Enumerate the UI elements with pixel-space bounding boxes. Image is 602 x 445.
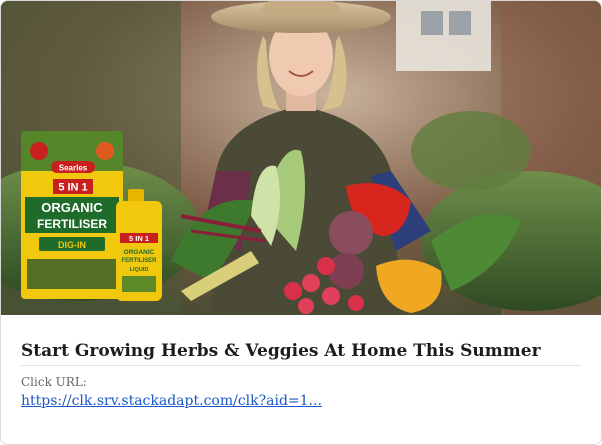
bottle-badge: 5 IN 1 — [129, 234, 149, 243]
bottle-title-line1: ORGANIC — [124, 249, 155, 256]
bag-badge: 5 IN 1 — [58, 182, 87, 194]
click-url-label: Click URL: — [21, 375, 87, 389]
beetroot — [329, 211, 373, 255]
click-url-link[interactable]: https://clk.srv.stackadapt.com/clk?aid=1… — [21, 393, 322, 409]
ad-headline[interactable]: Start Growing Herbs & Veggies At Home Th… — [21, 315, 581, 366]
bag-title-line2: FERTILISER — [37, 217, 107, 231]
radish — [317, 257, 335, 275]
hero-image[interactable]: Searles 5 IN 1 ORGANIC FERTILISER DIG-IN… — [1, 1, 601, 315]
bottle-title-line2: FERTILISER — [121, 258, 157, 264]
bottle-subtitle: LIQUID — [130, 267, 149, 273]
window-background — [396, 1, 491, 71]
ad-card[interactable]: Searles 5 IN 1 ORGANIC FERTILISER DIG-IN… — [0, 0, 602, 445]
ad-content: Start Growing Herbs & Veggies At Home Th… — [21, 315, 581, 409]
fertiliser-bag: Searles 5 IN 1 ORGANIC FERTILISER DIG-IN — [21, 131, 123, 299]
bag-title-line1: ORGANIC — [41, 200, 103, 215]
fertiliser-bottle: 5 IN 1 ORGANIC FERTILISER LIQUID — [116, 189, 162, 301]
bag-subtitle: DIG-IN — [58, 240, 86, 250]
bag-brand: Searles — [59, 164, 88, 173]
